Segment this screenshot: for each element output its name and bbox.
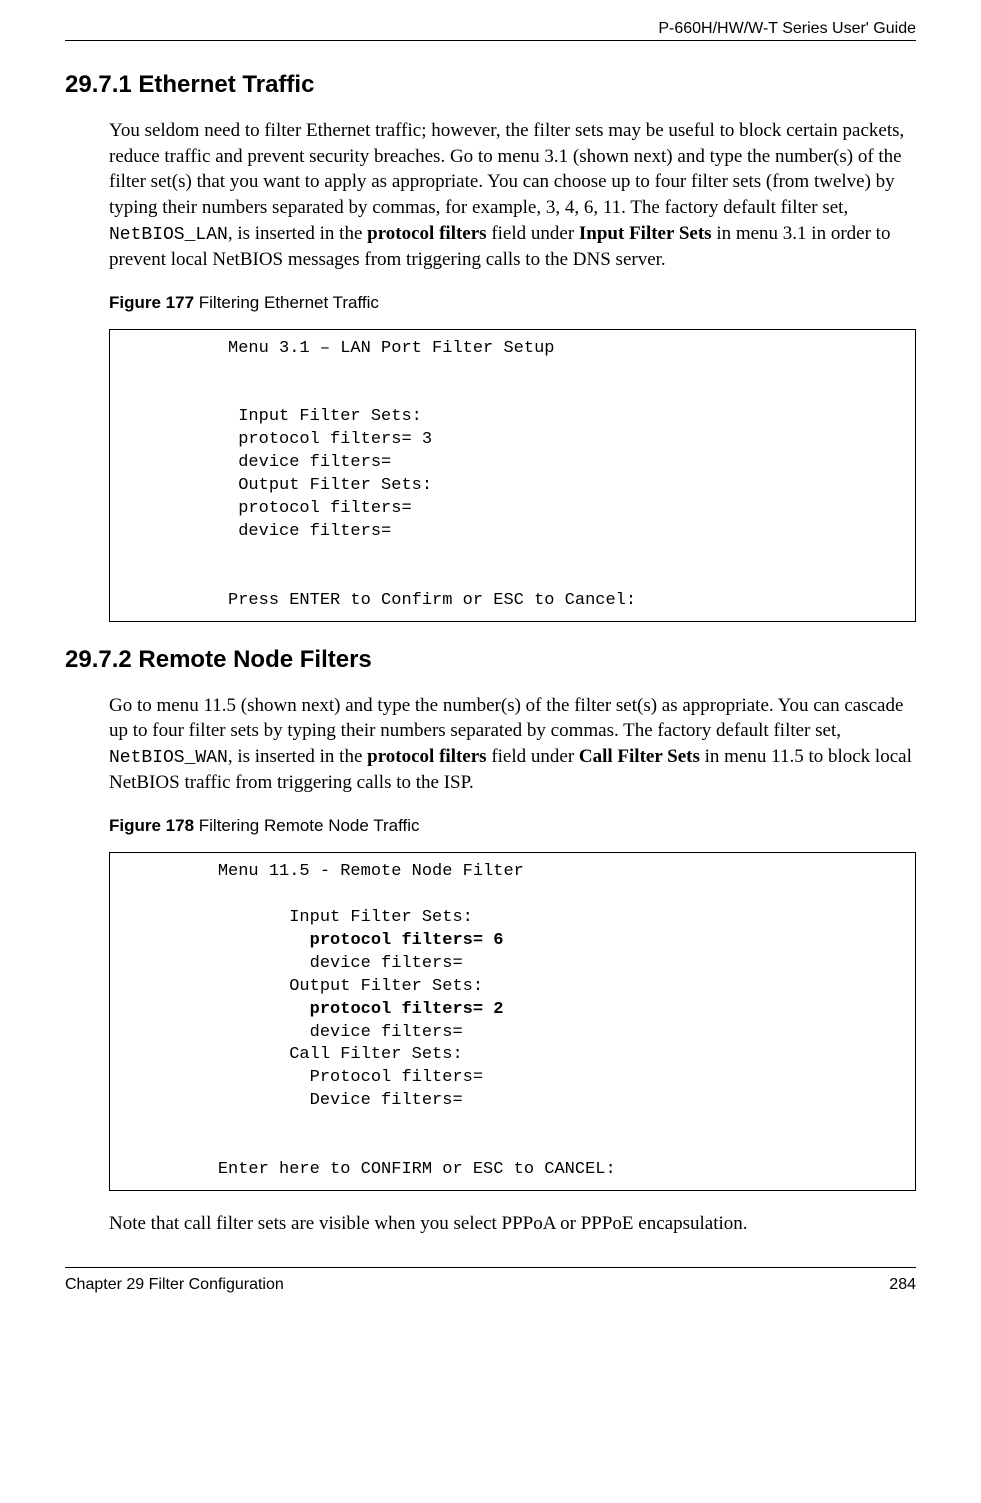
term-line: protocol filters= 3 (126, 430, 432, 449)
text-run: field under (487, 746, 579, 767)
term-line-bold: protocol filters= 2 (310, 1000, 504, 1019)
figure-178-caption: Figure 178 Filtering Remote Node Traffic (109, 816, 916, 836)
section-heading-remote-node-filters: 29.7.2 Remote Node Filters (65, 646, 916, 674)
footer-chapter: Chapter 29 Filter Configuration (65, 1276, 284, 1294)
term-line: device filters= (126, 522, 391, 541)
section-heading-ethernet-traffic: 29.7.1 Ethernet Traffic (65, 71, 916, 99)
text-run: , is inserted in the (228, 746, 367, 767)
paragraph-note: Note that call filter sets are visible w… (109, 1211, 916, 1237)
bottom-divider (65, 1267, 916, 1268)
term-line: Device filters= (126, 1091, 463, 1110)
term-line: Input Filter Sets: (126, 407, 422, 426)
figure-178-label: Figure 178 (109, 816, 194, 835)
bold-protocol-filters: protocol filters (367, 746, 486, 767)
term-line-bold: protocol filters= 6 (310, 931, 504, 950)
term-line: device filters= (126, 954, 463, 973)
header-guide-title: P-660H/HW/W-T Series User' Guide (65, 20, 916, 38)
term-line: Protocol filters= (126, 1068, 483, 1087)
top-divider (65, 40, 916, 41)
bold-protocol-filters: protocol filters (367, 223, 486, 244)
figure-178-terminal: Menu 11.5 - Remote Node Filter Input Fil… (109, 852, 916, 1191)
text-run: You seldom need to filter Ethernet traff… (109, 120, 904, 218)
code-netbios-wan: NetBIOS_WAN (109, 748, 228, 768)
footer-page-number: 284 (889, 1276, 916, 1294)
term-line: device filters= (126, 453, 391, 472)
term-line: Press ENTER to Confirm or ESC to Cancel: (126, 591, 636, 610)
term-line: Output Filter Sets: (126, 977, 483, 996)
term-line: protocol filters= (126, 499, 412, 518)
text-run: , is inserted in the (228, 223, 367, 244)
text-run: field under (487, 223, 579, 244)
footer: Chapter 29 Filter Configuration 284 (65, 1276, 916, 1294)
bold-call-filter-sets: Call Filter Sets (579, 746, 700, 767)
paragraph-ethernet-traffic: You seldom need to filter Ethernet traff… (109, 118, 916, 273)
term-line (126, 1000, 310, 1019)
term-line: Enter here to CONFIRM or ESC to CANCEL: (126, 1160, 616, 1179)
term-line: Input Filter Sets: (126, 908, 473, 927)
code-netbios-lan: NetBIOS_LAN (109, 225, 228, 245)
figure-178-title: Filtering Remote Node Traffic (194, 816, 420, 835)
bold-input-filter-sets: Input Filter Sets (579, 223, 712, 244)
term-line: Output Filter Sets: (126, 476, 432, 495)
term-line (126, 931, 310, 950)
paragraph-remote-node-filters: Go to menu 11.5 (shown next) and type th… (109, 693, 916, 796)
text-run: Go to menu 11.5 (shown next) and type th… (109, 695, 903, 742)
figure-177-label: Figure 177 (109, 293, 194, 312)
term-line: Call Filter Sets: (126, 1045, 463, 1064)
term-line: Menu 11.5 - Remote Node Filter (126, 862, 524, 881)
term-line: device filters= (126, 1023, 463, 1042)
figure-177-caption: Figure 177 Filtering Ethernet Traffic (109, 293, 916, 313)
page-container: P-660H/HW/W-T Series User' Guide 29.7.1 … (0, 0, 981, 1324)
figure-177-title: Filtering Ethernet Traffic (194, 293, 379, 312)
figure-177-terminal: Menu 3.1 – LAN Port Filter Setup Input F… (109, 329, 916, 622)
term-line: Menu 3.1 – LAN Port Filter Setup (126, 339, 554, 358)
